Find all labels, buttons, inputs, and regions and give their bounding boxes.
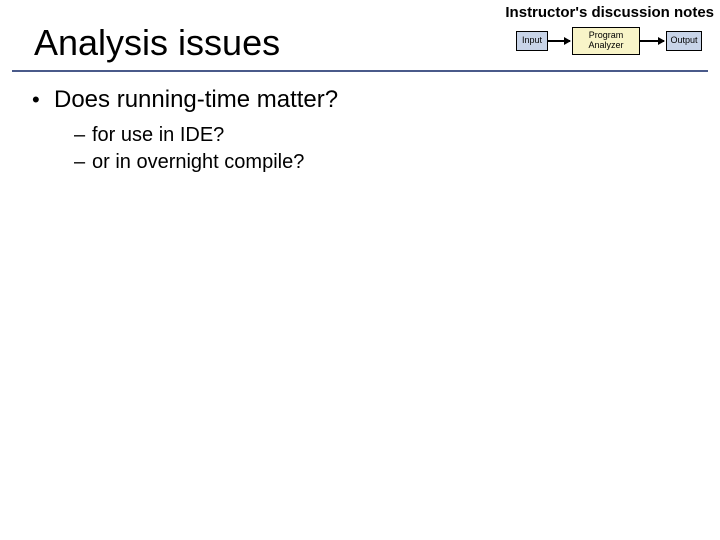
- diagram-analyzer-box: Program Analyzer: [572, 27, 640, 55]
- diagram-analyzer-label: Program Analyzer: [588, 31, 623, 51]
- bullet-level1: • Does running-time matter?: [32, 86, 338, 114]
- instructor-note: Instructor's discussion notes: [505, 4, 714, 21]
- bullet-text: or in overnight compile?: [92, 151, 304, 174]
- bullet-level2: – for use in IDE?: [74, 124, 338, 147]
- arrow-icon: [548, 40, 570, 42]
- slide: Instructor's discussion notes Analysis i…: [0, 0, 720, 540]
- diagram-input-box: Input: [516, 31, 548, 51]
- diagram-input-label: Input: [522, 36, 542, 46]
- title-underline: [12, 70, 708, 72]
- arrow-icon: [640, 40, 664, 42]
- bullet-text: for use in IDE?: [92, 124, 224, 147]
- bullet-text: Does running-time matter?: [54, 86, 338, 114]
- slide-title: Analysis issues: [34, 22, 280, 63]
- bullet-dash-icon: –: [74, 124, 92, 147]
- bullet-level2: – or in overnight compile?: [74, 151, 338, 174]
- diagram-output-label: Output: [670, 36, 697, 46]
- bullet-dot-icon: •: [32, 89, 54, 111]
- diagram-output-box: Output: [666, 31, 702, 51]
- program-analyzer-diagram: Input Program Analyzer Output: [516, 24, 716, 64]
- bullet-list: • Does running-time matter? – for use in…: [32, 86, 338, 178]
- bullet-dash-icon: –: [74, 151, 92, 174]
